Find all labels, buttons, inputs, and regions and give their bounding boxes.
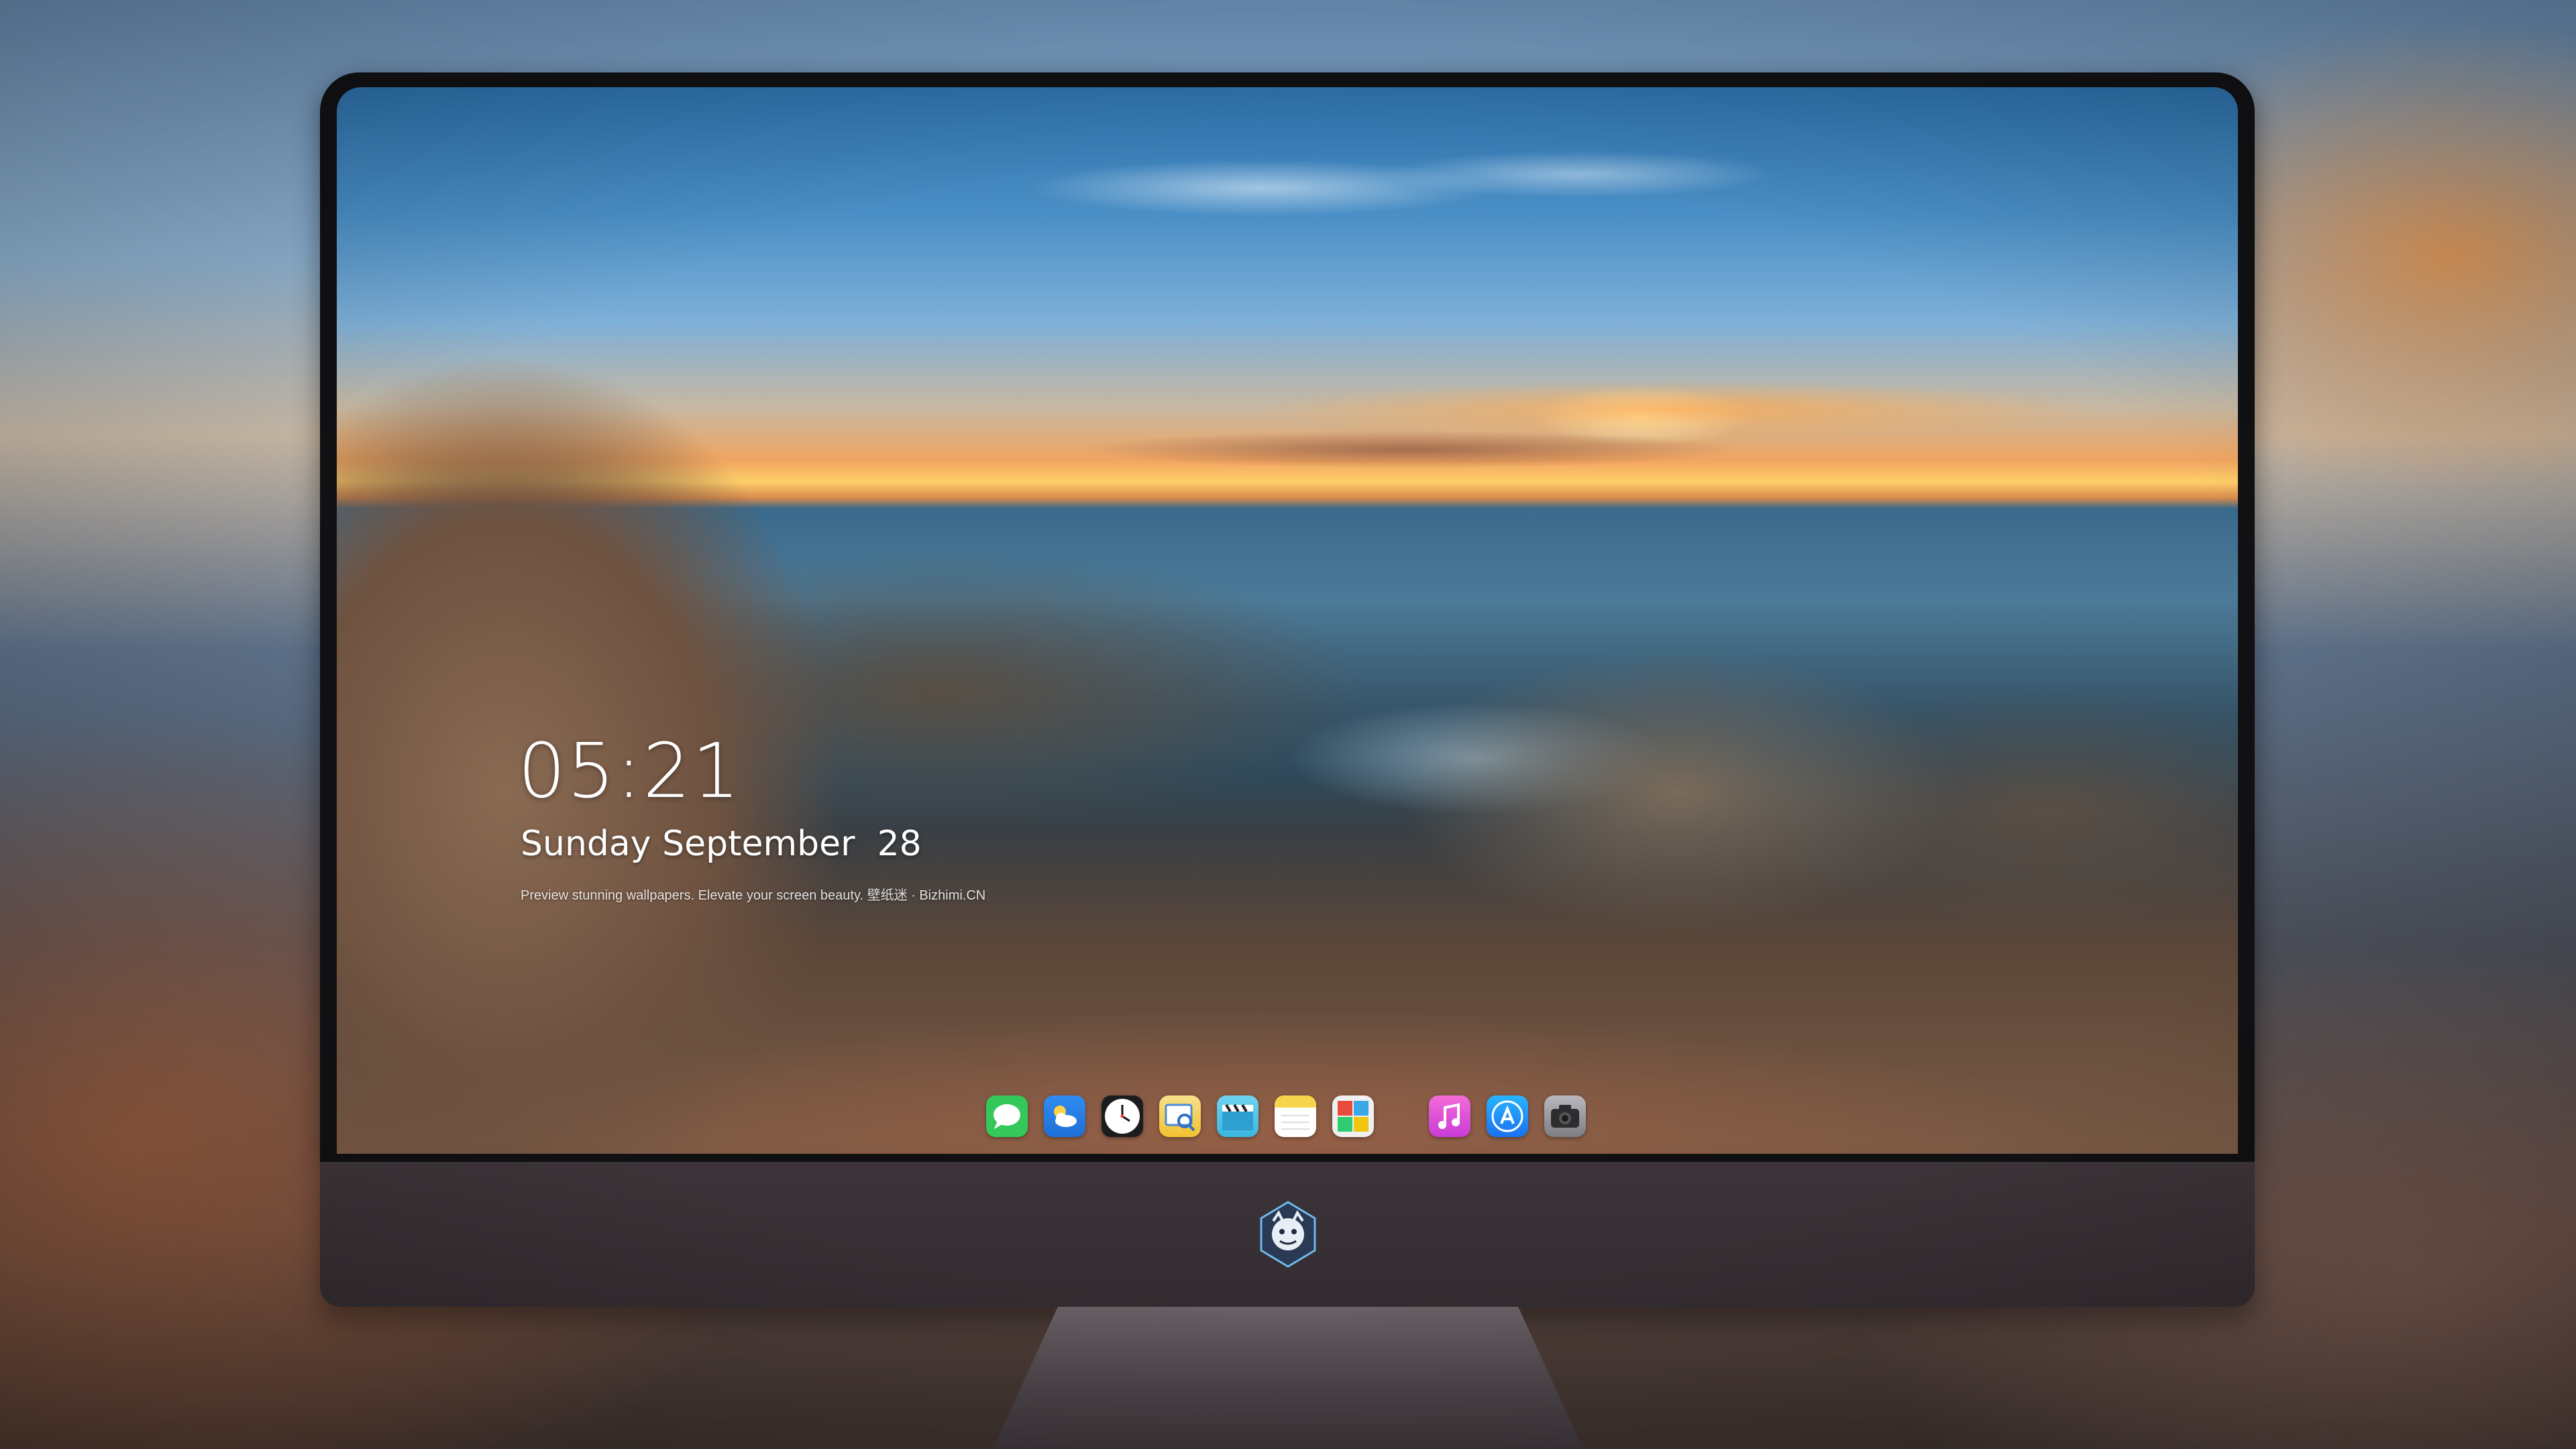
monitor-screen [337, 87, 2238, 1154]
clips-icon[interactable] [1217, 1095, 1258, 1137]
brand-logo [1260, 1201, 1316, 1268]
monitor-stand [993, 1307, 1583, 1449]
messages-icon[interactable] [986, 1095, 1028, 1137]
clock-icon[interactable] [1102, 1095, 1143, 1137]
preview-icon[interactable] [1159, 1095, 1201, 1137]
notes-icon[interactable] [1275, 1095, 1316, 1137]
background-blur: 05:21 Sunday September 28 Preview stunni… [0, 0, 2576, 1449]
wallpaper-coast [337, 87, 2238, 1154]
lockscreen-date: Sunday September 28 [521, 824, 922, 864]
dock [986, 1092, 1602, 1140]
wallpaper-caption: Preview stunning wallpapers. Elevate you… [521, 888, 986, 903]
photo-booth-icon[interactable] [1332, 1095, 1374, 1137]
app-store-icon[interactable] [1487, 1095, 1528, 1137]
lockscreen-time: 05:21 [518, 728, 741, 815]
weather-icon[interactable] [1044, 1095, 1085, 1137]
camera-icon[interactable] [1544, 1095, 1586, 1137]
music-icon[interactable] [1429, 1095, 1470, 1137]
